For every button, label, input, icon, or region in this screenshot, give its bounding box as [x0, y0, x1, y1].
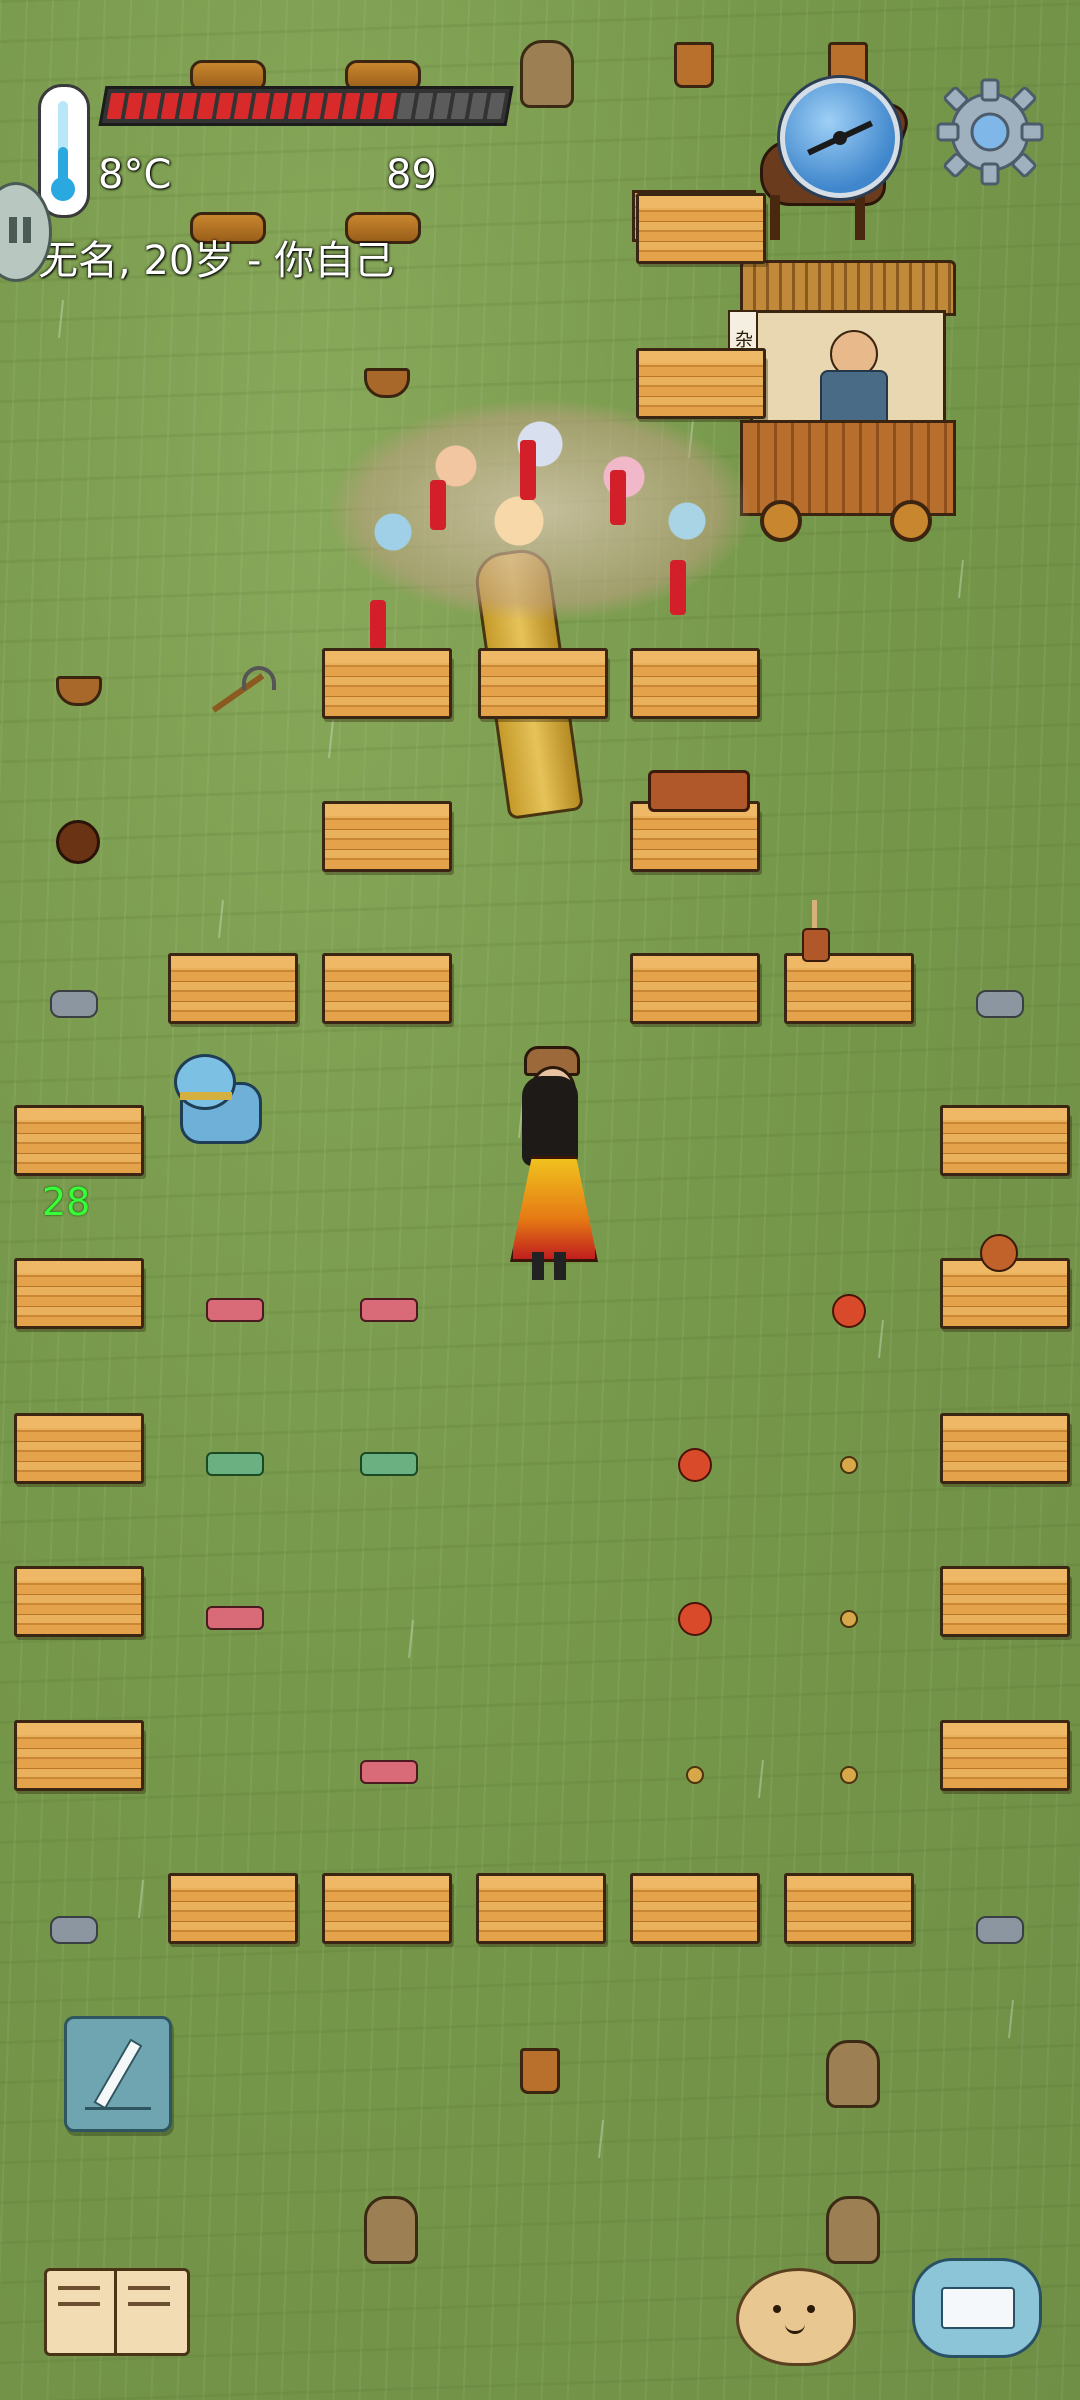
pickaxe[interactable]: [198, 660, 276, 720]
wooden-crate[interactable]: [476, 1873, 606, 1944]
health-segment: [269, 93, 289, 119]
temperature-text: 8°C: [98, 152, 172, 198]
health-segment: [396, 93, 415, 119]
gear-icon[interactable]: [932, 74, 1048, 190]
wooden-crate[interactable]: [14, 1566, 144, 1637]
health-segment: [160, 93, 180, 119]
cloth-bundle[interactable]: [206, 1298, 264, 1322]
health-segment: [323, 93, 343, 119]
wooden-crate[interactable]: [322, 953, 452, 1024]
health-segment: [468, 93, 488, 119]
health-segment: [233, 93, 253, 119]
coin[interactable]: [840, 1456, 858, 1474]
wooden-crate[interactable]: [636, 193, 766, 264]
skewers[interactable]: [648, 752, 750, 812]
wooden-crate[interactable]: [322, 801, 452, 872]
coin[interactable]: [686, 1766, 704, 1784]
wooden-crate[interactable]: [14, 1413, 144, 1484]
wooden-crate[interactable]: [630, 1873, 760, 1944]
wooden-crate[interactable]: [322, 648, 452, 719]
cloth-bundle[interactable]: [206, 1452, 264, 1476]
health-segment: [106, 93, 126, 119]
book-icon[interactable]: [44, 2258, 190, 2356]
roast-chicken[interactable]: [976, 1210, 1018, 1272]
flower[interactable]: [832, 1294, 866, 1328]
cloth-bundle[interactable]: [360, 1452, 418, 1476]
stones[interactable]: [976, 1916, 1024, 1944]
health-segment: [251, 93, 271, 119]
wooden-crate[interactable]: [478, 648, 608, 719]
fur-backpack[interactable]: [520, 40, 574, 108]
compass-icon[interactable]: [780, 78, 900, 198]
wooden-crate[interactable]: [14, 1258, 144, 1329]
food-value-text: 89: [386, 152, 437, 198]
wooden-crate[interactable]: [322, 1873, 452, 1944]
wooden-crate[interactable]: [940, 1258, 1070, 1329]
player-character[interactable]: [496, 1046, 604, 1282]
wooden-crate[interactable]: [14, 1720, 144, 1791]
wooden-crate[interactable]: [636, 348, 766, 419]
bucket[interactable]: [674, 42, 714, 88]
bucket[interactable]: [520, 2048, 560, 2094]
health-segment: [215, 93, 234, 119]
coin[interactable]: [840, 1610, 858, 1628]
keyboard-icon[interactable]: [912, 2258, 1042, 2358]
fur-backpack[interactable]: [826, 2040, 880, 2108]
wooden-crate[interactable]: [168, 953, 298, 1024]
cloth-bundle[interactable]: [360, 1760, 418, 1784]
wooden-crate[interactable]: [940, 1413, 1070, 1484]
cloth-bundle[interactable]: [360, 1298, 418, 1322]
thermometer-icon: [38, 84, 90, 218]
blue-pet-creature[interactable]: [172, 1048, 264, 1144]
cloth-bundle[interactable]: [206, 1606, 264, 1630]
health-segment: [432, 93, 452, 119]
player-name-label: 无名, 20岁 - 你自己: [38, 238, 395, 284]
bowl[interactable]: [56, 676, 102, 706]
wooden-crate[interactable]: [940, 1105, 1070, 1176]
health-segment: [486, 93, 506, 119]
health-segment: [179, 93, 198, 119]
wooden-crate[interactable]: [630, 648, 760, 719]
fur-backpack[interactable]: [826, 2196, 880, 2264]
wooden-crate[interactable]: [14, 1105, 144, 1176]
health-bar: [98, 86, 514, 126]
wooden-crate[interactable]: [940, 1720, 1070, 1791]
flower[interactable]: [678, 1448, 712, 1482]
health-segment: [287, 93, 307, 119]
health-segment: [450, 93, 470, 119]
pencil-icon: [93, 2038, 143, 2110]
wooden-crate[interactable]: [940, 1566, 1070, 1637]
health-segment: [124, 93, 144, 119]
health-segment: [305, 93, 325, 119]
stones[interactable]: [50, 990, 98, 1018]
health-segment: [360, 93, 379, 119]
skewer[interactable]: [800, 900, 830, 970]
flower[interactable]: [678, 1602, 712, 1636]
health-segment: [378, 93, 397, 119]
note-button[interactable]: [64, 2016, 172, 2132]
general-store-cart[interactable]: 杂货铺: [728, 250, 960, 542]
emote-potato-icon[interactable]: [736, 2268, 856, 2366]
stones[interactable]: [50, 1916, 98, 1944]
coin[interactable]: [840, 1766, 858, 1784]
hp-number: 28: [42, 1180, 91, 1224]
wooden-crate[interactable]: [630, 953, 760, 1024]
health-segment: [142, 93, 162, 119]
health-segment: [414, 93, 433, 119]
chestnut[interactable]: [56, 820, 100, 864]
wooden-crate[interactable]: [630, 801, 760, 872]
health-segment: [197, 93, 216, 119]
stones[interactable]: [976, 990, 1024, 1018]
health-segment: [341, 93, 361, 119]
wooden-crate[interactable]: [784, 1873, 914, 1944]
fur-backpack[interactable]: [364, 2196, 418, 2264]
wooden-crate[interactable]: [168, 1873, 298, 1944]
